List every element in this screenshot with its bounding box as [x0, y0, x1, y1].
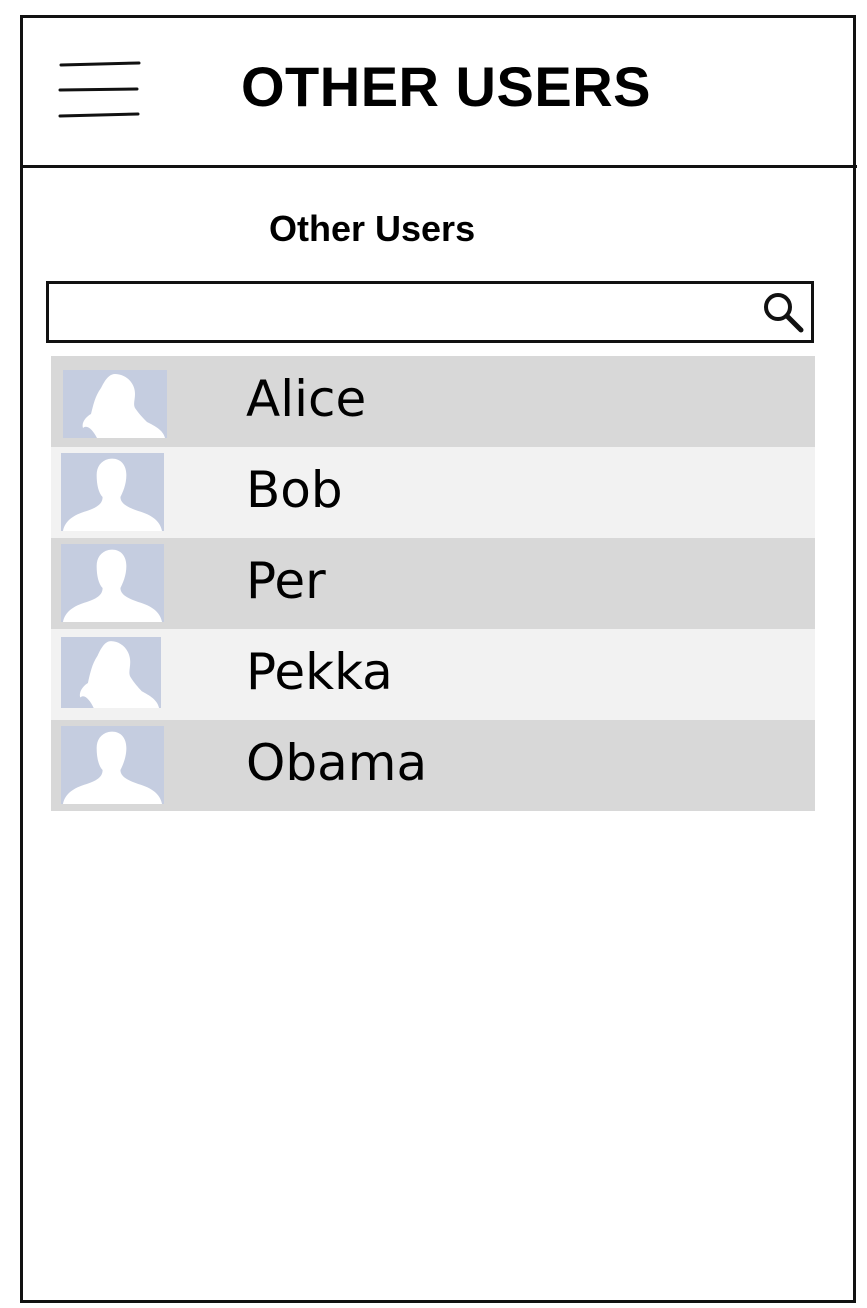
page-title: OTHER USERS: [241, 55, 651, 118]
user-name: Per: [246, 552, 326, 610]
user-name: Bob: [246, 461, 343, 519]
user-row-obama[interactable]: Obama: [51, 720, 815, 811]
user-name: Alice: [246, 370, 367, 428]
search-box: [46, 281, 814, 343]
app-header: OTHER USERS: [23, 18, 857, 168]
user-row-per[interactable]: Per: [51, 538, 815, 629]
user-row-pekka[interactable]: Pekka: [51, 629, 815, 720]
section-heading: Other Users: [269, 208, 476, 249]
hamburger-menu-icon[interactable]: [57, 58, 143, 120]
user-list: Alice Bob Per Pekka Obama: [51, 356, 815, 811]
male-silhouette-icon: [61, 453, 164, 531]
search-icon[interactable]: [755, 284, 811, 340]
user-row-bob[interactable]: Bob: [51, 447, 815, 538]
male-silhouette-icon: [61, 726, 164, 804]
user-name: Pekka: [246, 643, 393, 701]
female-silhouette-icon: [61, 637, 161, 708]
phone-frame: OTHER USERS Other Users Alice Bob Per Pe…: [20, 15, 857, 1303]
user-row-alice[interactable]: Alice: [51, 356, 815, 447]
male-silhouette-icon: [61, 544, 164, 622]
user-name: Obama: [246, 734, 428, 792]
search-input[interactable]: [49, 284, 755, 340]
female-silhouette-icon: [63, 370, 167, 438]
